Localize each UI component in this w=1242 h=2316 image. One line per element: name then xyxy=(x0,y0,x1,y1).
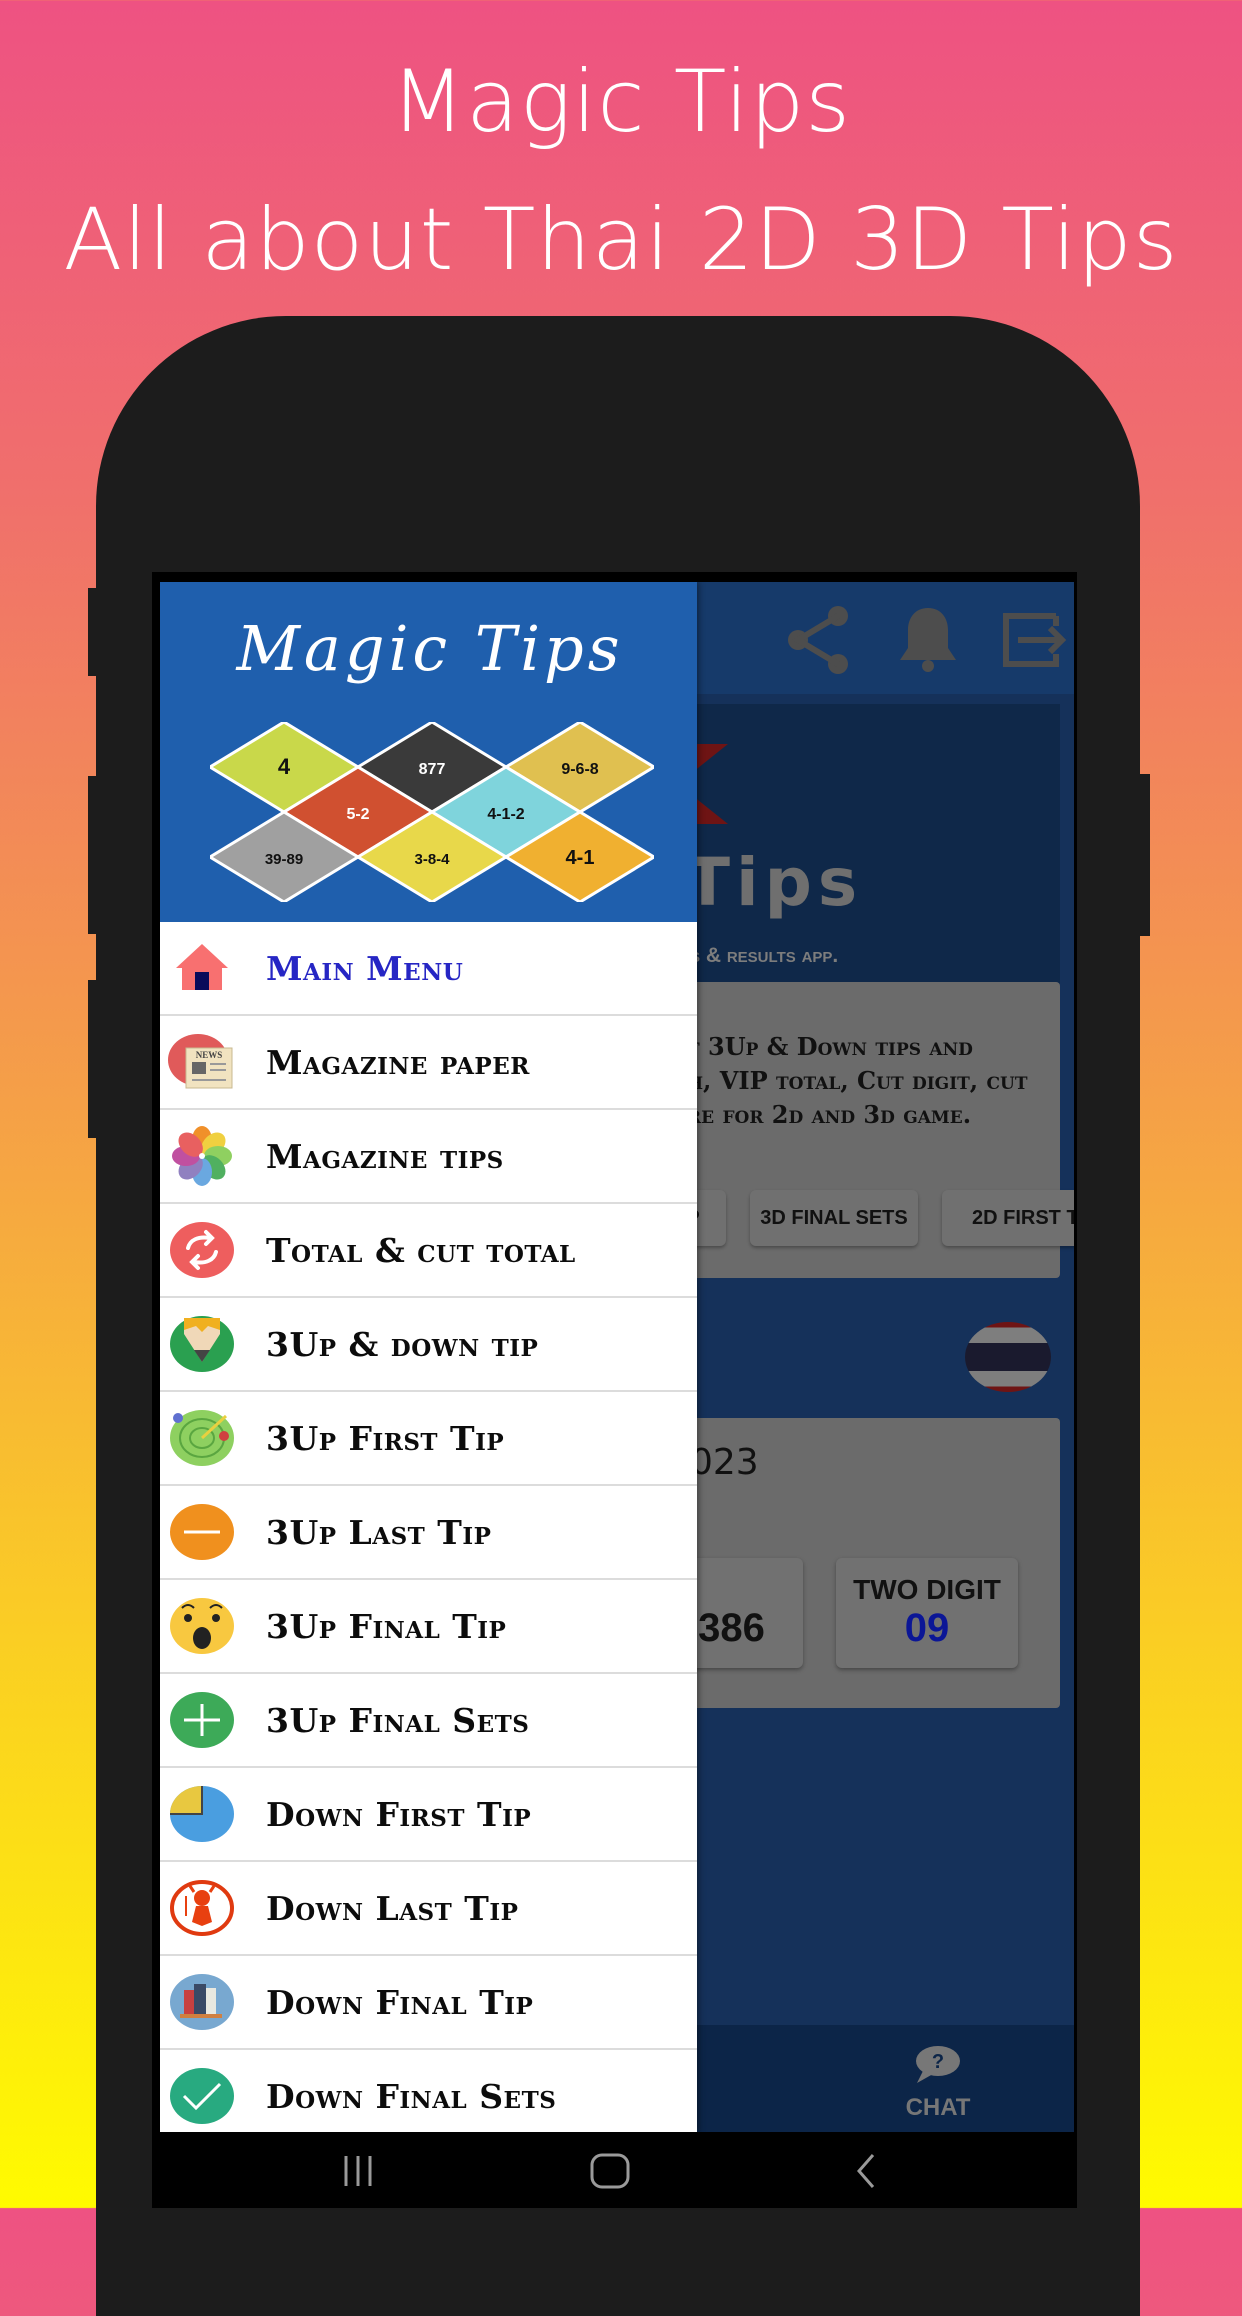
menu-item-3up-final-sets[interactable]: 3Up Final Sets xyxy=(160,1674,697,1768)
menu-item-total-cut-total[interactable]: Total & cut total xyxy=(160,1204,697,1298)
menu-item-down-first-tip[interactable]: Down First Tip xyxy=(160,1768,697,1862)
banner-title: Tips xyxy=(685,844,864,921)
collage-tile-value: 5-2 xyxy=(346,806,369,823)
menu-item-label: 3Up Final Sets xyxy=(266,1700,530,1740)
svg-text:?: ? xyxy=(932,2051,944,2073)
books-icon xyxy=(170,1974,234,2030)
svg-text:NEWS: NEWS xyxy=(196,1050,223,1060)
menu-item-label: Magazine tips xyxy=(266,1136,504,1176)
drawer-menu: Main Menu NEWS Magazine paper Magazine t… xyxy=(160,922,697,2132)
radar-icon xyxy=(170,1410,234,1466)
drawer-header: Magic Tips 4 877 9-6-8 5-2 4-1-2 39-89 3… xyxy=(160,582,697,922)
phone-side-button xyxy=(88,776,100,934)
collage-tile-value: 4-1-2 xyxy=(487,806,524,823)
newspaper-icon: NEWS xyxy=(168,1034,233,1089)
bell-icon[interactable] xyxy=(890,602,966,678)
tips-collage-image: 4 877 9-6-8 5-2 4-1-2 39-89 3-8-4 4-1 xyxy=(210,722,654,902)
menu-item-label: 3Up Last Tip xyxy=(266,1512,492,1552)
menu-item-magazine-paper[interactable]: NEWS Magazine paper xyxy=(160,1016,697,1110)
menu-item-label: Main Menu xyxy=(266,948,464,988)
home-button[interactable] xyxy=(580,2146,640,2196)
phone-screen: Tips s & results app. t 3Up & Down tips … xyxy=(152,572,1077,2208)
two-digit-value: 09 xyxy=(904,1606,950,1650)
menu-item-down-last-tip[interactable]: Down Last Tip xyxy=(160,1862,697,1956)
drawer-brand-logo: Magic Tips xyxy=(236,612,624,685)
home-icon xyxy=(176,944,228,990)
menu-item-label: Down Final Sets xyxy=(266,2076,557,2116)
navigation-drawer: Magic Tips 4 877 9-6-8 5-2 4-1-2 39-89 3… xyxy=(160,582,697,2132)
menu-item-main-menu[interactable]: Main Menu xyxy=(160,922,697,1016)
chat-label: CHAT xyxy=(905,2094,971,2121)
phone-side-button xyxy=(88,980,100,1138)
phone-side-button xyxy=(1138,774,1150,936)
two-digit-box: TWO DIGIT 09 xyxy=(836,1558,1018,1668)
menu-item-down-final-sets[interactable]: Down Final Sets xyxy=(160,2050,697,2132)
menu-item-label: Magazine paper xyxy=(266,1042,530,1082)
menu-item-label: Down First Tip xyxy=(266,1794,532,1834)
menu-item-3up-final-tip[interactable]: 3Up Final Tip xyxy=(160,1580,697,1674)
recents-icon xyxy=(344,2156,372,2186)
system-navigation-bar xyxy=(152,2132,1077,2208)
thai-flag-icon xyxy=(965,1322,1051,1392)
description-text: t 3Up & Down tips and h, VIP total, Cut … xyxy=(687,1032,1028,1129)
menu-item-label: Down Last Tip xyxy=(266,1888,519,1928)
collage-tile-value: 4 xyxy=(278,754,291,779)
collage-tile-value: 3-8-4 xyxy=(414,851,450,868)
home-circle-icon xyxy=(590,2153,630,2189)
promo-title: Magic Tips xyxy=(390,52,852,152)
nav-chat[interactable]: ? CHAT xyxy=(898,2045,978,2122)
menu-item-magazine-tips[interactable]: Magazine tips xyxy=(160,1110,697,1204)
menu-item-label: 3Up & down tip xyxy=(266,1324,539,1364)
sync-arrows-icon xyxy=(170,1222,234,1278)
menu-item-label: Total & cut total xyxy=(266,1230,576,1270)
two-digit-label: TWO DIGIT xyxy=(853,1574,1001,1605)
back-button[interactable] xyxy=(836,2146,896,2196)
collage-tile-value: 9-6-8 xyxy=(561,761,598,778)
pie-chart-icon xyxy=(170,1786,234,1842)
surprised-face-icon xyxy=(170,1598,234,1654)
menu-item-label: 3Up Final Tip xyxy=(266,1606,507,1646)
minus-circle-icon xyxy=(170,1504,234,1560)
chip-3d-final-sets[interactable]: 3D FINAL SETS xyxy=(750,1190,918,1246)
menu-item-3up-last-tip[interactable]: 3Up Last Tip xyxy=(160,1486,697,1580)
pencil-icon xyxy=(170,1316,234,1372)
menu-item-label: 3Up First Tip xyxy=(266,1418,505,1458)
collage-tile-value: 39-89 xyxy=(265,851,303,868)
share-icon[interactable] xyxy=(780,602,856,678)
collage-tile-value: 877 xyxy=(419,761,446,778)
menu-item-label: Down Final Tip xyxy=(266,1982,534,2022)
app-window: Tips s & results app. t 3Up & Down tips … xyxy=(160,582,1074,2132)
recents-button[interactable] xyxy=(328,2146,388,2196)
menu-item-3up-first-tip[interactable]: 3Up First Tip xyxy=(160,1392,697,1486)
chat-question-icon: ? xyxy=(916,2046,960,2083)
chip-2d-first-tip[interactable]: 2D FIRST T xyxy=(942,1190,1074,1246)
menu-item-down-final-tip[interactable]: Down Final Tip xyxy=(160,1956,697,2050)
promo-subtitle: All about Thai 2D 3D Tips xyxy=(63,190,1179,290)
banner-subtitle: s & results app. xyxy=(690,944,839,967)
pinwheel-icon xyxy=(172,1126,232,1186)
plus-circle-icon xyxy=(170,1692,234,1748)
back-chevron-icon xyxy=(857,2154,875,2188)
phone-side-button xyxy=(88,588,100,676)
logout-icon[interactable] xyxy=(996,602,1072,678)
collage-tile-value: 4-1 xyxy=(566,847,595,869)
check-circle-icon xyxy=(170,2068,234,2124)
devil-icon xyxy=(170,1880,234,1936)
menu-item-3up-down-tip[interactable]: 3Up & down tip xyxy=(160,1298,697,1392)
result-date: 023 xyxy=(690,1442,759,1483)
